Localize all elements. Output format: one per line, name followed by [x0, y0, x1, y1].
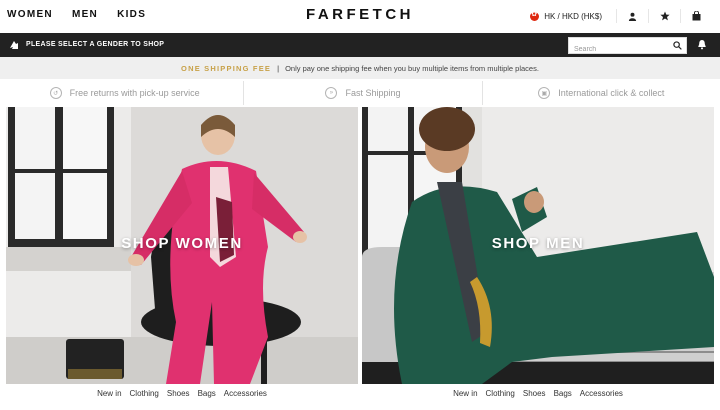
feature-label: Fast Shipping	[345, 88, 401, 98]
men-link-accessories[interactable]: Accessories	[580, 389, 623, 409]
promo-separator: |	[277, 63, 280, 73]
search-icon[interactable]	[673, 41, 682, 50]
women-category-links: New in Clothing Shoes Bags Accessories	[6, 389, 358, 409]
hong-kong-flag-icon	[530, 10, 540, 21]
wishlist-star-icon[interactable]	[648, 9, 680, 23]
returns-icon: ↺	[49, 87, 62, 99]
shop-men-hero[interactable]: SHOP MEN	[362, 107, 714, 384]
feature-click-collect[interactable]: ▣ International click & collect	[483, 81, 720, 105]
shop-women-title: SHOP WOMEN	[121, 235, 243, 252]
feature-free-returns[interactable]: ↺ Free returns with pick-up service	[6, 81, 245, 105]
service-features: ↺ Free returns with pick-up service » Fa…	[6, 81, 720, 105]
women-link-bags[interactable]: Bags	[198, 389, 216, 409]
shop-women-hero[interactable]: SHOP WOMEN	[6, 107, 358, 384]
feature-label: International click & collect	[558, 88, 665, 98]
top-header: WOMEN MEN KIDS FARFETCH HK / HKD (HK$)	[0, 0, 720, 33]
men-link-shoes[interactable]: Shoes	[523, 389, 546, 409]
header-utilities: HK / HKD (HK$)	[530, 9, 712, 23]
region-selector[interactable]: HK / HKD (HK$)	[530, 10, 616, 21]
promo-strip: ONE SHIPPING FEE | Only pay one shipping…	[0, 57, 720, 79]
men-category-links: New in Clothing Shoes Bags Accessories	[362, 389, 714, 409]
shopping-bag-icon[interactable]	[680, 9, 712, 23]
account-icon[interactable]	[616, 9, 648, 23]
collect-icon: ▣	[538, 87, 551, 99]
men-link-new-in[interactable]: New in	[453, 389, 477, 409]
search-input[interactable]	[569, 42, 669, 57]
promo-body: Only pay one shipping fee when you buy m…	[285, 63, 539, 73]
men-link-clothing[interactable]: Clothing	[486, 389, 515, 409]
feature-fast-shipping[interactable]: » Fast Shipping	[244, 81, 483, 105]
promo-title: ONE SHIPPING FEE	[181, 63, 272, 73]
women-link-accessories[interactable]: Accessories	[224, 389, 267, 409]
gender-arrow-icon	[10, 41, 18, 49]
shipping-icon: »	[325, 87, 338, 99]
shop-men-title: SHOP MEN	[491, 235, 585, 252]
gender-select-text: PLEASE SELECT A GENDER TO SHOP	[26, 41, 165, 48]
region-label: HK / HKD (HK$)	[544, 11, 602, 21]
women-link-shoes[interactable]: Shoes	[167, 389, 190, 409]
men-link-bags[interactable]: Bags	[554, 389, 572, 409]
notification-bell-icon[interactable]	[697, 39, 707, 50]
women-link-clothing[interactable]: Clothing	[130, 389, 159, 409]
search-box[interactable]	[568, 37, 687, 57]
women-link-new-in[interactable]: New in	[97, 389, 121, 409]
feature-label: Free returns with pick-up service	[69, 88, 200, 98]
